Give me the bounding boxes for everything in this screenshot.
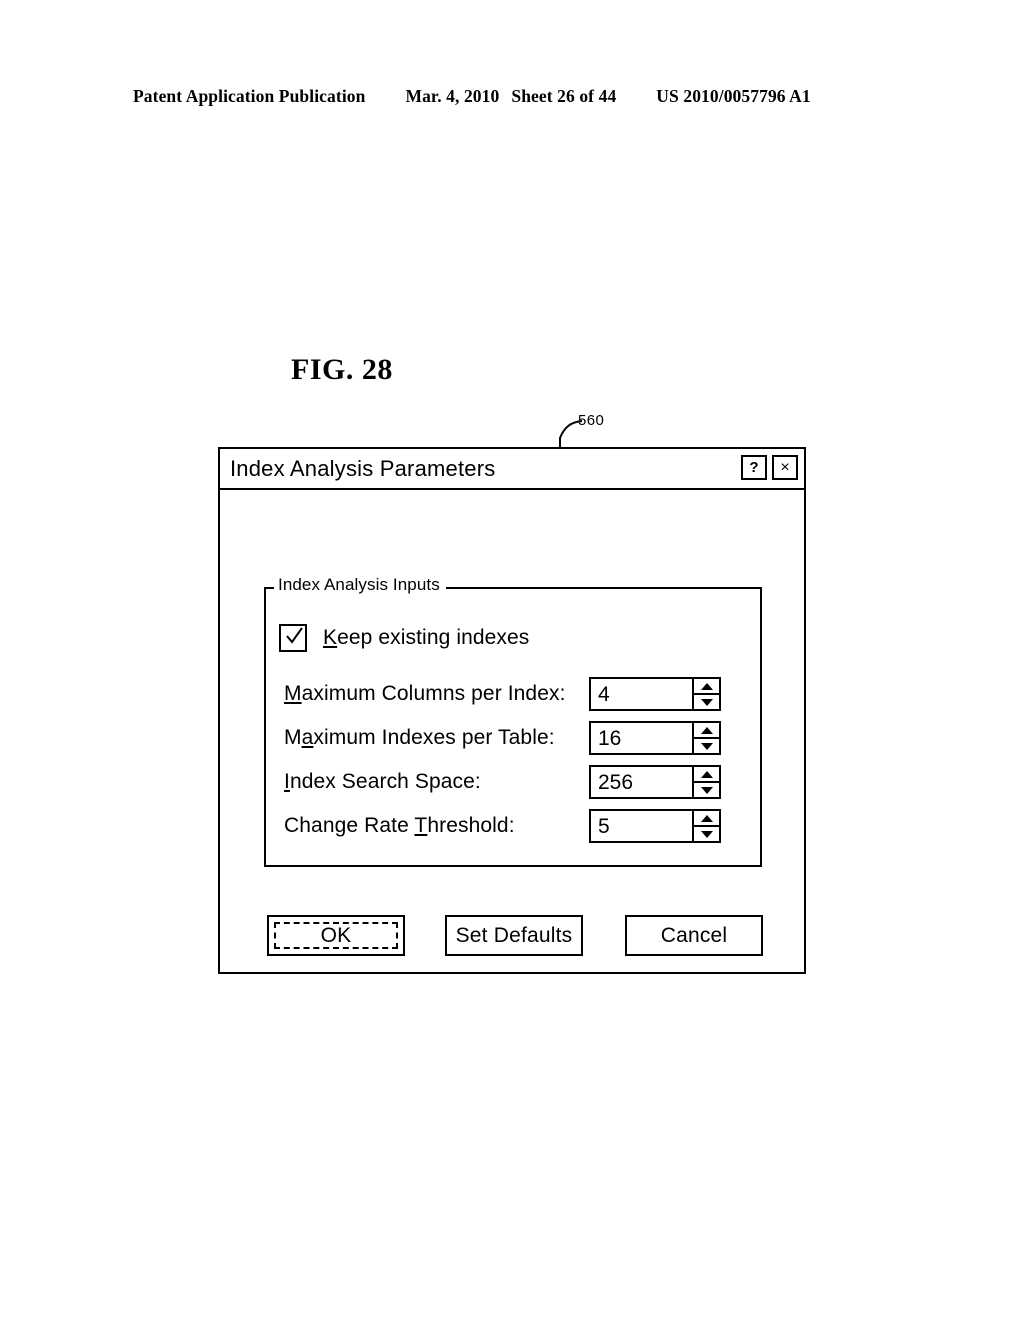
keep-existing-indexes-row[interactable]: Keep existing indexes [279,624,529,652]
max-indexes-prefix: M [284,726,302,749]
index-analysis-inputs-group: Index Analysis Inputs Keep existing inde… [264,576,762,867]
set-defaults-button-label: Set Defaults [455,923,573,947]
dialog-button-row: OK Set Defaults Cancel [220,915,804,957]
spin-up-button[interactable] [694,679,719,695]
index-search-space-label: Index Search Space: [284,770,589,794]
reference-leader-line [559,420,583,449]
max-indexes-per-table-label: Maximum Indexes per Table: [284,726,589,750]
group-legend: Index Analysis Inputs [274,576,446,593]
spin-up-button[interactable] [694,811,719,827]
max-indexes-per-table-label-text: ximum Indexes per Table: [313,726,555,749]
publication-label: Patent Application Publication [133,86,366,106]
close-icon[interactable]: × [772,455,798,480]
spin-down-button[interactable] [694,827,719,841]
max-columns-per-index-spin-buttons[interactable] [694,677,721,711]
dialog-title: Index Analysis Parameters [230,455,496,481]
dialog-body: Index Analysis Inputs Keep existing inde… [220,490,804,974]
max-columns-per-index-input[interactable]: 4 [589,677,694,711]
checkmark-icon [286,627,303,644]
max-indexes-per-table-stepper[interactable]: 16 [589,721,721,755]
chevron-up-icon [700,682,713,690]
spin-up-button[interactable] [694,723,719,739]
keep-existing-indexes-checkbox[interactable] [279,624,307,652]
chevron-up-icon [700,814,713,822]
spin-up-button[interactable] [694,767,719,783]
set-defaults-button[interactable]: Set Defaults [445,915,583,956]
mnemonic-t: T [414,814,428,837]
mnemonic-m: M [284,682,302,705]
dialog-title-bar[interactable]: Index Analysis Parameters ? × [220,449,804,490]
index-analysis-parameters-dialog[interactable]: Index Analysis Parameters ? × Index Anal… [218,447,806,974]
chevron-up-icon [700,726,713,734]
index-search-space-label-text: ndex Search Space: [289,770,481,793]
change-rate-threshold-label-text: hreshold: [427,814,515,837]
cancel-button-label: Cancel [660,923,728,947]
change-rate-threshold-label: Change Rate Threshold: [284,814,589,838]
change-rate-threshold-spin-buttons[interactable] [694,809,721,843]
help-icon[interactable]: ? [741,455,767,480]
mnemonic-k: K [323,626,338,649]
max-indexes-per-table-row: Maximum Indexes per Table: 16 [284,721,744,755]
chevron-down-icon [700,830,713,838]
max-columns-per-index-row: Maximum Columns per Index: 4 [284,677,744,711]
spin-down-button[interactable] [694,695,719,709]
spin-down-button[interactable] [694,783,719,797]
max-columns-per-index-label: Maximum Columns per Index: [284,682,589,706]
change-rate-threshold-input[interactable]: 5 [589,809,694,843]
index-search-space-row: Index Search Space: 256 [284,765,744,799]
publication-date: Mar. 4, 2010 [405,86,500,106]
max-columns-per-index-label-text: aximum Columns per Index: [301,682,566,705]
max-indexes-per-table-spin-buttons[interactable] [694,721,721,755]
ok-button-label: OK [320,923,352,947]
chevron-up-icon [700,770,713,778]
spin-down-button[interactable] [694,739,719,753]
cancel-button[interactable]: Cancel [625,915,763,956]
keep-existing-indexes-label: Keep existing indexes [323,626,530,649]
max-indexes-per-table-input[interactable]: 16 [589,721,694,755]
index-search-space-spin-buttons[interactable] [694,765,721,799]
ok-button[interactable]: OK [267,915,405,956]
patent-page-header: Patent Application Publication Mar. 4, 2… [133,86,893,110]
change-rate-threshold-stepper[interactable]: 5 [589,809,721,843]
index-search-space-stepper[interactable]: 256 [589,765,721,799]
index-search-space-input[interactable]: 256 [589,765,694,799]
chevron-down-icon [700,786,713,794]
max-columns-per-index-stepper[interactable]: 4 [589,677,721,711]
figure-label: FIG. 28 [291,353,393,386]
patent-number: US 2010/0057796 A1 [656,86,811,106]
chevron-down-icon [700,698,713,706]
sheet-number: Sheet 26 of 44 [511,86,617,106]
change-rate-threshold-row: Change Rate Threshold: 5 [284,809,744,843]
title-bar-buttons: ? × [741,455,798,480]
chevron-down-icon [700,742,713,750]
change-rate-prefix: Change Rate [284,814,415,837]
mnemonic-a: a [301,726,314,749]
